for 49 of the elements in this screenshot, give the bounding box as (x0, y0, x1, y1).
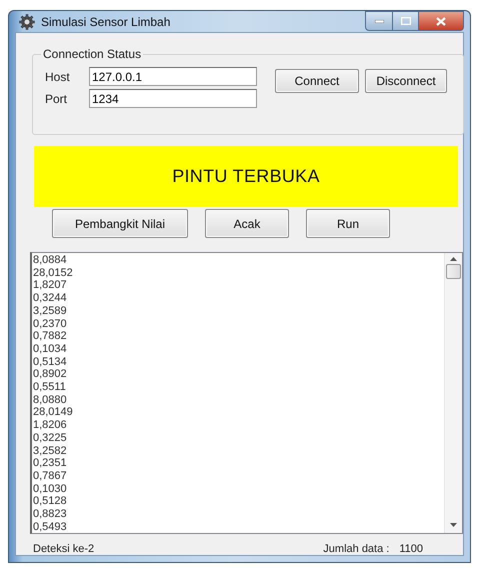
list-item[interactable]: 28,0152 (33, 266, 444, 280)
list-item[interactable]: 0,7867 (33, 470, 444, 483)
list-item[interactable]: 0,1030 (33, 482, 444, 496)
list-item[interactable]: 0,3244 (33, 292, 444, 305)
window-title: Simulasi Sensor Limbah (41, 14, 170, 28)
list-item[interactable]: 28,0149 (33, 406, 444, 420)
scroll-down-icon (450, 523, 457, 527)
field-label: Port (45, 92, 68, 106)
list-item[interactable]: 3,2582 (33, 444, 444, 458)
minimize-button[interactable] (365, 11, 393, 31)
list-item[interactable]: 0,8823 (33, 508, 444, 521)
minimize-icon (374, 20, 384, 22)
readings-list[interactable]: 8,0884 28,0152 1,8207 0,3244 3,2589 0,2370 0,7882 0,1034 0,5134 0,8902 0,5511 8,0880 28,0149 1,8206 0,3225 3,2582 0,2351 0,7867 0,1030 0,5128 0,8823 0,5493 (30, 252, 463, 534)
list-item[interactable]: 0,5134 (33, 356, 444, 368)
scrollbar[interactable] (444, 253, 462, 533)
list-item[interactable]: 0,5493 (33, 520, 444, 534)
close-icon (436, 16, 446, 26)
list-item[interactable]: 0,1034 (33, 342, 444, 356)
detection-label: Deteksi ke-2 (33, 543, 94, 555)
group-title: Connection Status (42, 47, 142, 61)
list-item[interactable]: 0,2370 (33, 318, 444, 330)
connection-button[interactable]: Disconnect (365, 69, 447, 93)
list-item[interactable]: 0,8902 (33, 368, 444, 382)
list-item[interactable]: 3,2589 (33, 304, 444, 318)
list-item[interactable]: 1,8206 (33, 419, 444, 432)
list-item[interactable]: 8,0880 (33, 394, 444, 406)
action-button[interactable]: Pembangkit Nilai (52, 209, 188, 238)
count-label: Jumlah data : (323, 543, 390, 555)
list-item[interactable]: 1,8207 (33, 279, 444, 292)
scroll-thumb[interactable] (446, 264, 461, 279)
door-status-banner: PINTU TERBUKA (34, 146, 458, 207)
action-button[interactable]: Acak (205, 209, 289, 238)
input-field[interactable]: 127.0.0.1 (89, 67, 257, 86)
list-item[interactable]: 0,3225 (33, 432, 444, 445)
input-field[interactable]: 1234 (89, 89, 257, 108)
list-item[interactable]: 0,2351 (33, 457, 444, 470)
maximize-button[interactable] (393, 11, 419, 31)
field-label: Host (45, 70, 71, 84)
scroll-up-icon (450, 257, 457, 261)
list-item[interactable]: 0,7882 (33, 330, 444, 343)
list-item[interactable]: 0,5511 (33, 381, 444, 394)
list-item[interactable]: 8,0884 (33, 254, 444, 267)
connection-button[interactable]: Connect (275, 69, 359, 93)
list-item[interactable]: 0,5128 (33, 495, 444, 508)
action-button[interactable]: Run (306, 209, 390, 238)
gear-icon (19, 14, 35, 30)
close-button[interactable] (419, 11, 464, 31)
maximize-icon (400, 17, 410, 25)
count-value: 1100 (399, 543, 423, 555)
